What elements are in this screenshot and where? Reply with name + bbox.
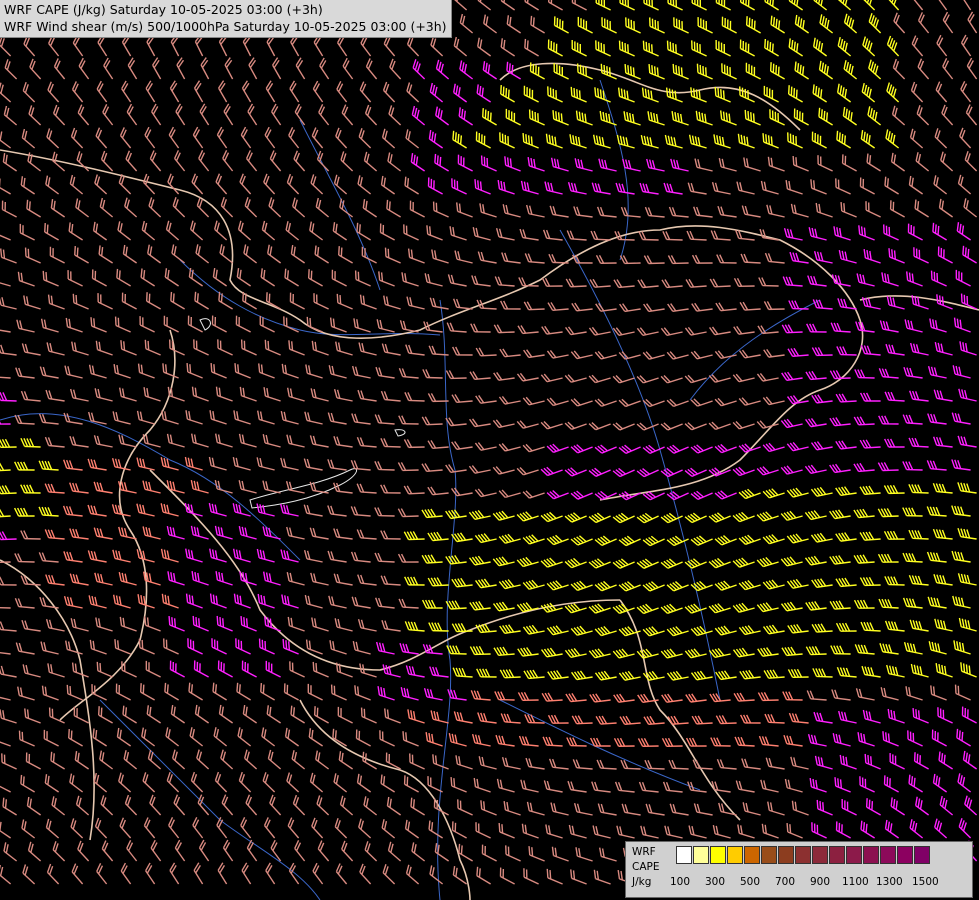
legend-swatch [744,846,760,864]
legend-tick: 300 [705,876,726,888]
legend-swatch [812,846,828,864]
legend-tick: 1100 [842,876,869,888]
legend-swatch [846,846,862,864]
legend-tick: 1300 [876,876,903,888]
legend-swatch [829,846,845,864]
legend-swatch [778,846,794,864]
legend-label-wrf: WRF [632,846,656,858]
legend-swatch [676,846,692,864]
legend-ticks: 100 300 500 700 900 1100 1300 1500 [670,876,970,890]
cape-title: WRF CAPE (J/kg) Saturday 10-05-2025 03:0… [4,2,323,17]
wind-shear-map [0,0,979,900]
legend-swatches [676,846,931,864]
legend-label-cape: CAPE [632,861,660,873]
legend-swatch [880,846,896,864]
legend-swatch [761,846,777,864]
map-header: WRF CAPE (J/kg) Saturday 10-05-2025 03:0… [0,0,452,38]
legend-tick: 500 [740,876,761,888]
legend-tick: 1500 [912,876,939,888]
cape-legend: WRF CAPE J/kg 100 300 500 700 900 1100 1… [625,841,973,898]
legend-tick: 700 [775,876,796,888]
legend-tick: 100 [670,876,691,888]
legend-swatch [693,846,709,864]
legend-swatch [914,846,930,864]
legend-swatch [863,846,879,864]
shear-title: WRF Wind shear (m/s) 500/1000hPa Saturda… [4,19,447,34]
legend-swatch [727,846,743,864]
legend-label-unit: J/kg [632,876,652,888]
legend-tick: 900 [810,876,831,888]
legend-swatch [710,846,726,864]
legend-swatch [897,846,913,864]
legend-swatch [795,846,811,864]
